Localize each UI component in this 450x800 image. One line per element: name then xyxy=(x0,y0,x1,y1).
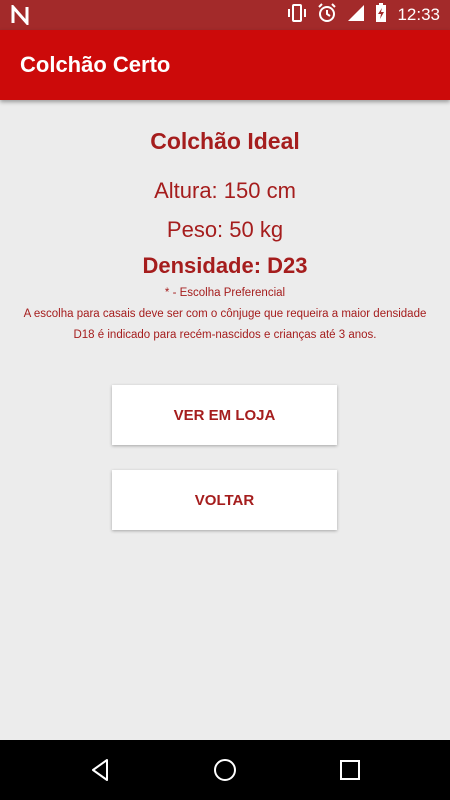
result-panel: Colchão Ideal Altura: 150 cm Peso: 50 kg… xyxy=(0,100,450,346)
alarm-icon xyxy=(317,2,337,28)
signal-icon xyxy=(347,4,365,27)
note-d18: D18 é indicado para recém-nascidos e cri… xyxy=(73,329,377,341)
note-casais: A escolha para casais deve ser com o côn… xyxy=(23,308,427,320)
peso-value: Peso: 50 kg xyxy=(166,217,284,242)
ver-em-loja-button[interactable]: VER EM LOJA xyxy=(112,385,337,445)
n-logo-icon xyxy=(10,3,30,30)
nav-bar xyxy=(0,740,450,800)
battery-charging-icon xyxy=(375,2,387,28)
vibrate-icon xyxy=(287,3,307,27)
back-icon[interactable] xyxy=(88,758,112,787)
status-bar: 12:33 xyxy=(0,0,450,30)
altura-value: Altura: 150 cm xyxy=(154,178,296,203)
status-time: 12:33 xyxy=(397,5,440,24)
densidade-value: Densidade: D23 xyxy=(142,253,308,278)
voltar-button[interactable]: VOLTAR xyxy=(112,470,337,530)
recents-icon[interactable] xyxy=(338,758,362,787)
note-preferencial: * - Escolha Preferencial xyxy=(164,287,286,299)
result-heading: Colchão Ideal xyxy=(150,128,300,154)
app-bar: Colchão Certo xyxy=(0,30,450,100)
app-title: Colchão Certo xyxy=(20,52,171,77)
home-icon[interactable] xyxy=(213,758,237,787)
